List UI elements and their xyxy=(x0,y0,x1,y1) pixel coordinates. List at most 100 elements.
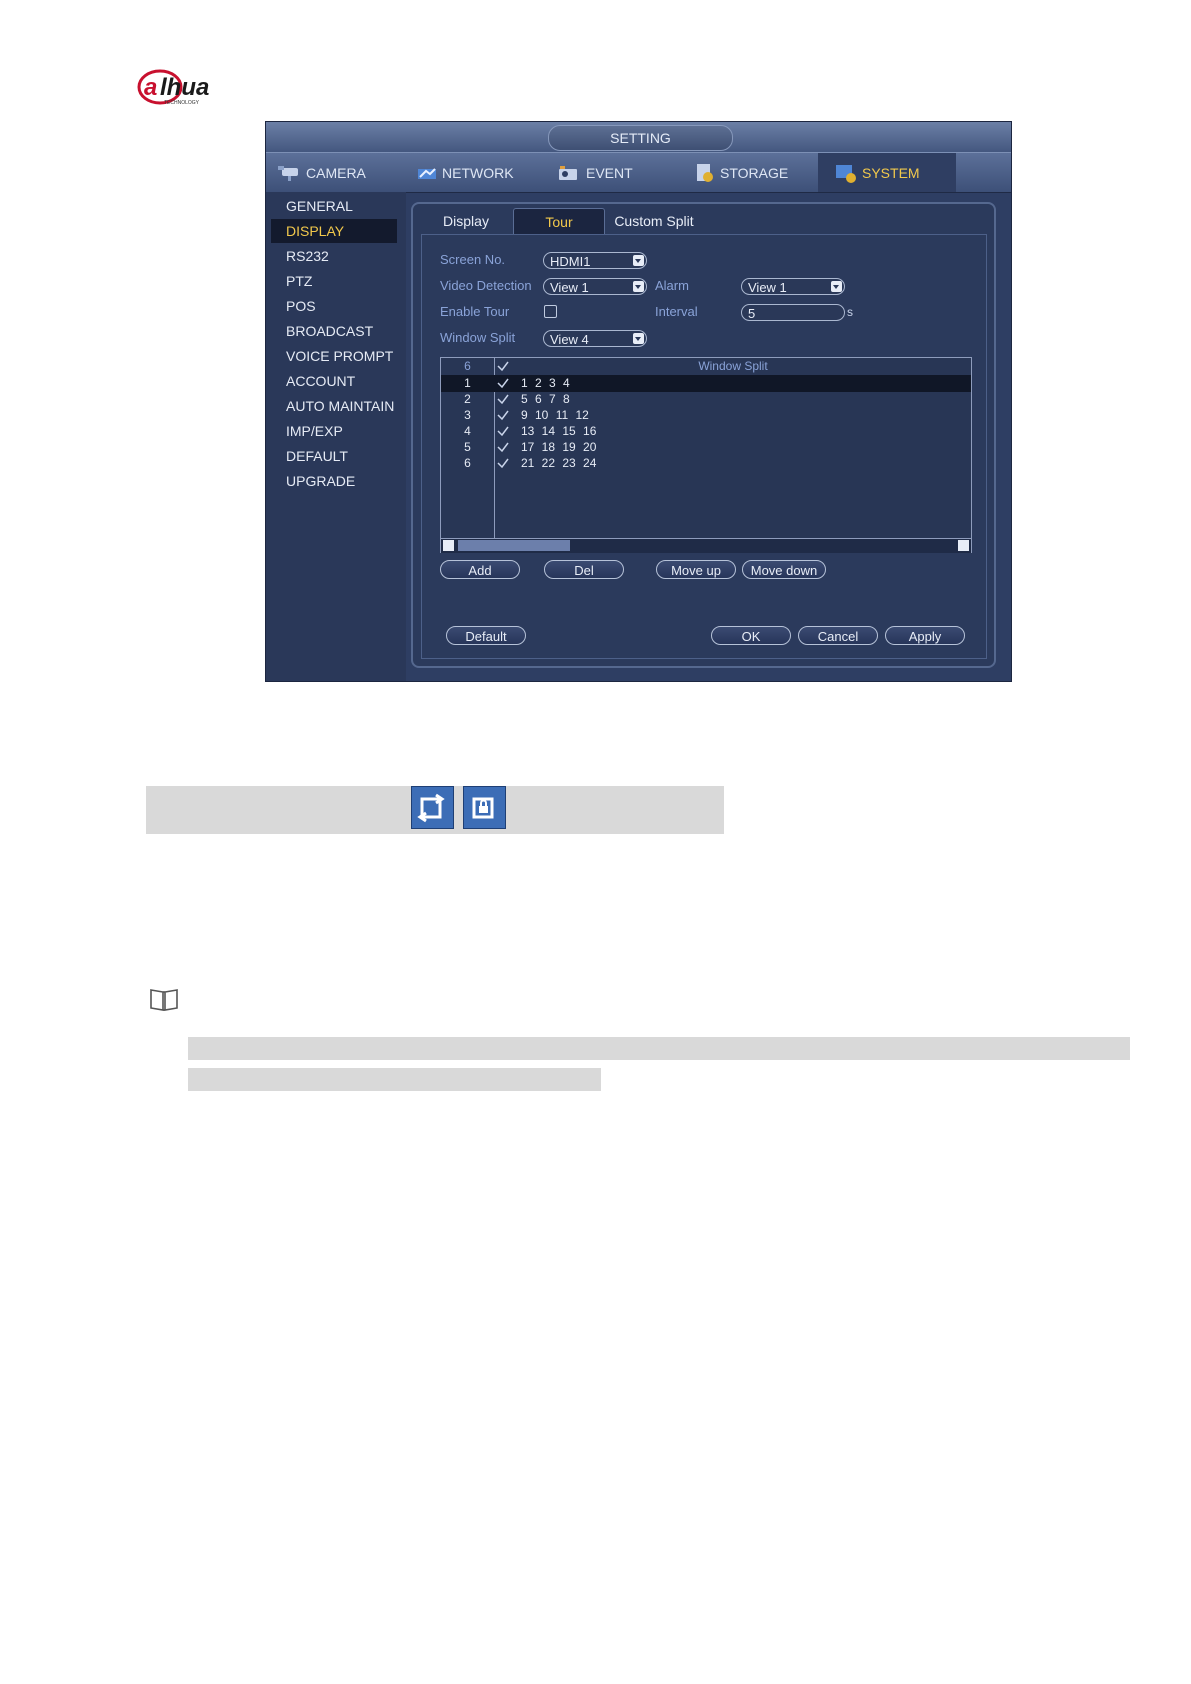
interval-input[interactable]: 5 xyxy=(741,304,845,321)
event-icon xyxy=(559,165,577,180)
header-title: Window Split xyxy=(698,359,768,373)
table-row[interactable]: 5 17 18 19 20 xyxy=(441,439,971,456)
row-number: 1 xyxy=(464,376,471,390)
sidebar-item-default[interactable]: DEFAULT xyxy=(271,444,397,468)
tab-display[interactable]: Display xyxy=(421,208,511,234)
network-icon xyxy=(418,167,436,179)
row-value: 5 6 7 8 xyxy=(521,392,570,406)
sidebar-item-auto-maintain[interactable]: AUTO MAINTAIN xyxy=(271,394,397,418)
redacted-text-bar xyxy=(188,1068,601,1091)
alarm-value: View 1 xyxy=(748,280,787,295)
scroll-right-icon[interactable] xyxy=(958,540,969,551)
row-check-icon[interactable] xyxy=(496,424,510,438)
del-button[interactable]: Del xyxy=(544,560,624,579)
video-detection-select[interactable]: View 1 xyxy=(543,278,647,295)
redacted-text-bar xyxy=(188,1037,1130,1060)
window-title: SETTING xyxy=(548,125,733,151)
row-check-icon[interactable] xyxy=(496,376,510,390)
interval-unit: s xyxy=(847,305,853,319)
nav-tab-network[interactable]: NETWORK xyxy=(416,153,531,192)
setting-window: SETTING CAMERA NETWORK EVENT STORAGE SYS… xyxy=(265,121,1012,682)
window-split-value: View 4 xyxy=(550,332,589,347)
row-number: 3 xyxy=(464,408,471,422)
alarm-label: Alarm xyxy=(655,278,689,293)
enable-tour-checkbox[interactable] xyxy=(544,305,557,318)
svg-text:lhua: lhua xyxy=(160,74,209,101)
row-number: 2 xyxy=(464,392,471,406)
row-check-icon[interactable] xyxy=(496,408,510,422)
nav-tab-label: STORAGE xyxy=(720,164,789,181)
window-split-select[interactable]: View 4 xyxy=(543,330,647,347)
sidebar-item-ptz[interactable]: PTZ xyxy=(271,269,397,293)
default-button[interactable]: Default xyxy=(446,626,526,645)
table-row[interactable]: 3 9 10 11 12 xyxy=(441,407,971,424)
move-down-button[interactable]: Move down xyxy=(742,560,826,579)
cancel-button[interactable]: Cancel xyxy=(798,626,878,645)
sidebar-item-display[interactable]: DISPLAY xyxy=(271,219,397,243)
row-check-icon[interactable] xyxy=(496,440,510,454)
row-value: 1 2 3 4 xyxy=(521,376,570,390)
window-split-label: Window Split xyxy=(440,330,516,345)
chevron-down-icon xyxy=(831,281,842,292)
row-check-icon[interactable] xyxy=(496,392,510,406)
video-detection-value: View 1 xyxy=(550,280,589,295)
header-count: 6 xyxy=(464,359,471,373)
svg-text:a: a xyxy=(144,74,157,101)
apply-button[interactable]: Apply xyxy=(885,626,965,645)
screen-no-select[interactable]: HDMI1 xyxy=(543,252,647,269)
row-number: 4 xyxy=(464,424,471,438)
nav-tab-event[interactable]: EVENT xyxy=(556,153,666,192)
ok-button[interactable]: OK xyxy=(711,626,791,645)
tour-lock-icon xyxy=(463,786,506,829)
book-icon xyxy=(150,989,178,1011)
nav-tab-label: EVENT xyxy=(586,164,633,181)
sidebar-item-account[interactable]: ACCOUNT xyxy=(271,369,397,393)
sidebar-item-imp-exp[interactable]: IMP/EXP xyxy=(271,419,397,443)
table-row[interactable]: 2 5 6 7 8 xyxy=(441,391,971,408)
move-up-button[interactable]: Move up xyxy=(656,560,736,579)
chevron-down-icon xyxy=(633,281,644,292)
row-value: 9 10 11 12 xyxy=(521,408,589,422)
row-value: 21 22 23 24 xyxy=(521,456,597,470)
nav-tab-label: NETWORK xyxy=(442,164,514,181)
tab-tour[interactable]: Tour xyxy=(513,208,605,235)
table-row[interactable]: 1 1 2 3 4 xyxy=(441,375,971,392)
sidebar-item-pos[interactable]: POS xyxy=(271,294,397,318)
camera-icon xyxy=(278,165,298,181)
screen-no-value: HDMI1 xyxy=(550,254,591,269)
nav-tab-label: SYSTEM xyxy=(862,164,920,181)
table-row[interactable]: 6 21 22 23 24 xyxy=(441,455,971,472)
row-value: 13 14 15 16 xyxy=(521,424,597,438)
sidebar-item-general[interactable]: GENERAL xyxy=(271,194,397,218)
tab-custom-split[interactable]: Custom Split xyxy=(605,208,703,234)
chevron-down-icon xyxy=(633,333,644,344)
title-bar: SETTING xyxy=(266,122,1011,152)
enable-tour-label: Enable Tour xyxy=(440,304,510,319)
screen-no-label: Screen No. xyxy=(440,252,506,267)
nav-tab-camera[interactable]: CAMERA xyxy=(276,153,396,192)
video-detection-label: Video Detection xyxy=(440,278,532,293)
sidebar-item-broadcast[interactable]: BROADCAST xyxy=(271,319,397,343)
add-button[interactable]: Add xyxy=(440,560,520,579)
scrollbar-thumb[interactable] xyxy=(458,540,570,551)
chevron-down-icon xyxy=(633,255,644,266)
tour-table: 6 Window Split 1 1 2 3 4 2 5 6 7 8 3 9 1… xyxy=(440,357,972,553)
dahua-logo: a lhua TECHNOLOGY xyxy=(137,69,209,106)
nav-tab-storage[interactable]: STORAGE xyxy=(694,153,814,192)
alarm-select[interactable]: View 1 xyxy=(741,278,845,295)
system-icon xyxy=(836,164,856,183)
storage-icon xyxy=(697,163,713,182)
row-value: 17 18 19 20 xyxy=(521,440,597,454)
svg-text:TECHNOLOGY: TECHNOLOGY xyxy=(164,100,200,106)
main-nav: CAMERA NETWORK EVENT STORAGE SYSTEM xyxy=(266,152,1011,193)
scroll-left-icon[interactable] xyxy=(443,540,454,551)
sidebar-item-upgrade[interactable]: UPGRADE xyxy=(271,469,397,493)
horizontal-scrollbar[interactable] xyxy=(441,538,971,553)
row-check-icon[interactable] xyxy=(496,456,510,470)
sidebar-item-rs232[interactable]: RS232 xyxy=(271,244,397,268)
nav-tab-label: CAMERA xyxy=(306,164,366,181)
table-row[interactable]: 4 13 14 15 16 xyxy=(441,423,971,440)
sidebar-item-voice-prompt[interactable]: VOICE PROMPT xyxy=(271,344,397,368)
table-header: 6 Window Split xyxy=(441,358,971,375)
nav-tab-system[interactable]: SYSTEM xyxy=(818,153,956,192)
